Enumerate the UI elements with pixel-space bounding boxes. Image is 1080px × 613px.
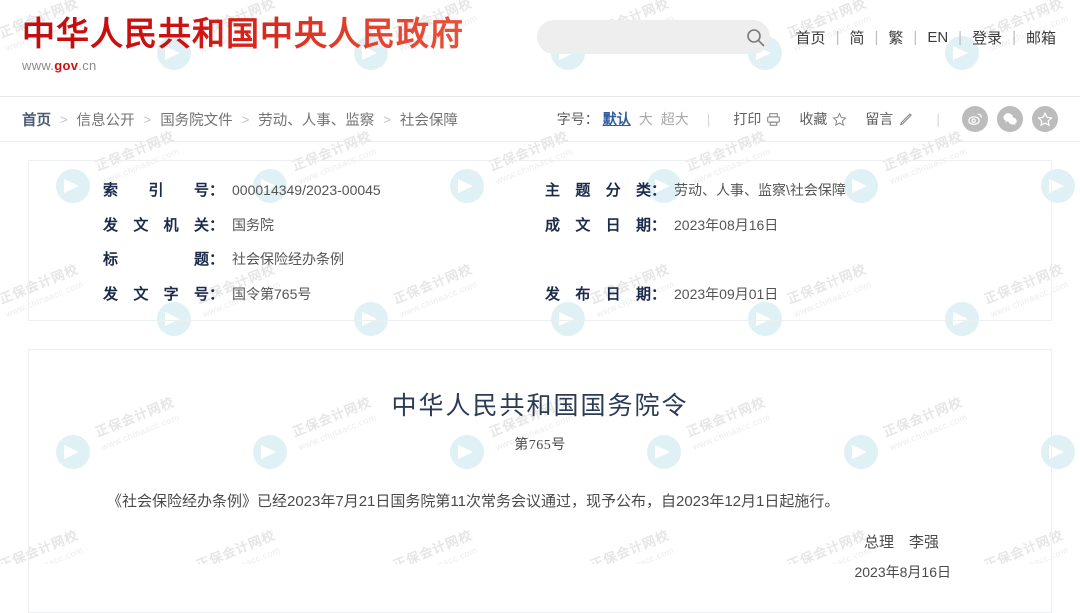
metadata-row: 主题分类 ： 劳动、人事、监察\社会保障 [537,179,1043,203]
breadcrumb-toolbar: 首页 > 信息公开 > 国务院文件 > 劳动、人事、监察 > 社会保障 字号： … [0,96,1080,142]
fontsize-label: 字号： [556,111,599,127]
fontsize-option-xlarge[interactable]: 超大 [657,109,693,129]
message-label: 留言 [865,111,894,127]
link-separator: | [958,28,963,46]
search-icon[interactable] [741,20,770,54]
social-share-group [962,106,1058,132]
metadata-colon: ： [209,285,225,303]
fontsize-option-default[interactable]: 默认 [599,109,635,129]
metadata-value: 2023年08月16日 [674,216,779,233]
metadata-key: 主题分类 [545,181,651,199]
site-header: 中华人民共和国中央人民政府 www.gov.cn 首页 | 简 | 繁 | EN… [0,0,1080,96]
brand-url: www.gov.cn [22,58,464,73]
metadata-key: 发布日期 [545,284,651,303]
link-separator: | [1012,28,1016,46]
top-link-0[interactable]: 首页 [794,27,828,48]
metadata-row: 标题 ： 社会保险经办条例 [37,248,537,272]
breadcrumb-item-0[interactable]: 首页 [22,109,51,130]
qzone-icon[interactable] [1032,106,1058,132]
page-tools: 字号： 默认 大 超大 | 打印 收藏 留言 | [557,106,1058,132]
metadata-colon: ： [651,182,667,199]
breadcrumb-item-4[interactable]: 社会保障 [400,109,458,130]
metadata-row: 发布日期 ： 2023年09月01日 [537,283,1043,307]
metadata-value: 000014349/2023-00045 [232,182,381,198]
top-link-4[interactable]: 登录 [970,27,1004,48]
document-signature: 总理 李强 [863,533,939,551]
printer-icon [766,112,781,127]
metadata-row-empty [537,248,1043,269]
star-icon [832,111,848,127]
metadata-colon: ： [209,182,225,199]
print-label: 打印 [733,111,762,127]
brand-url-suffix: .cn [78,57,97,73]
breadcrumb: 首页 > 信息公开 > 国务院文件 > 劳动、人事、监察 > 社会保障 [22,109,458,130]
top-link-3[interactable]: EN [925,29,950,46]
pencil-icon [898,112,913,127]
search-box[interactable] [536,20,770,54]
print-button[interactable]: 打印 [724,109,790,129]
breadcrumb-item-3[interactable]: 劳动、人事、监察 [258,109,374,130]
metadata-key: 发文机关 [103,215,209,234]
metadata-key: 标题 [103,250,209,268]
metadata-value: 国务院 [232,216,275,233]
document-title: 中华人民共和国国务院令 [391,393,689,420]
metadata-value: 社会保险经办条例 [232,251,345,267]
brand-title: 中华人民共和国中央人民政府 [22,14,464,53]
chevron-right-icon: > [383,111,391,127]
metadata-row: 发文机关 ： 国务院 [37,214,537,238]
toolbar-divider: | [936,111,940,127]
document-date: 2023年8月16日 [854,563,951,580]
document-subtitle: 第765号 [514,438,566,453]
metadata-colon: ： [651,285,667,303]
favorite-label: 收藏 [799,111,828,127]
metadata-grid: 索引号 ： 000014349/2023-00045 主题分类 ： 劳动、人事、… [37,179,1043,306]
toolbar-divider: | [706,111,711,127]
metadata-value: 劳动、人事、监察\社会保障 [674,182,846,198]
chevron-right-icon: > [143,111,152,127]
site-brand[interactable]: 中华人民共和国中央人民政府 www.gov.cn [22,0,464,73]
favorite-button[interactable]: 收藏 [790,109,856,129]
breadcrumb-item-2[interactable]: 国务院文件 [160,109,233,130]
metadata-colon: ： [209,251,225,268]
message-button[interactable]: 留言 [856,109,922,129]
metadata-key: 发文字号 [103,284,209,303]
metadata-row: 索引号 ： 000014349/2023-00045 [37,179,537,203]
wechat-icon[interactable] [997,106,1023,132]
metadata-colon: ： [651,216,667,234]
metadata-row: 发文字号 ： 国令第765号 [37,283,537,307]
chevron-right-icon: > [241,111,250,127]
metadata-value: 国令第765号 [232,285,312,302]
metadata-colon: ： [209,216,225,234]
link-separator: | [835,28,840,46]
chevron-right-icon: > [60,111,68,127]
metadata-key: 成文日期 [545,215,651,234]
header-right: 首页 | 简 | 繁 | EN | 登录 | 邮箱 [536,0,1058,54]
weibo-icon[interactable] [962,106,988,132]
metadata-key: 索引号 [103,181,209,199]
breadcrumb-item-1[interactable]: 信息公开 [77,109,135,130]
fontsize-option-large[interactable]: 大 [635,109,657,129]
link-separator: | [913,28,918,46]
brand-url-mid: gov [54,57,79,73]
search-input[interactable] [536,21,741,53]
top-link-2[interactable]: 繁 [886,27,905,48]
document-metadata-card: 索引号 ： 000014349/2023-00045 主题分类 ： 劳动、人事、… [28,160,1052,321]
document-paragraph: 《社会保险经办条例》已经2023年7月21日国务院第11次常务会议通过，现予公布… [107,493,840,510]
top-nav-links: 首页 | 简 | 繁 | EN | 登录 | 邮箱 [794,27,1058,48]
metadata-value: 2023年09月01日 [674,285,779,302]
brand-url-prefix: www. [22,57,55,73]
top-link-1[interactable]: 简 [847,27,866,48]
metadata-row: 成文日期 ： 2023年08月16日 [537,214,1043,238]
top-link-5[interactable]: 邮箱 [1024,27,1058,48]
page-content: 索引号 ： 000014349/2023-00045 主题分类 ： 劳动、人事、… [0,160,1080,613]
link-separator: | [874,28,879,46]
document-body-card: 中华人民共和国国务院令 第765号 《社会保险经办条例》已经2023年7月21日… [28,349,1052,613]
